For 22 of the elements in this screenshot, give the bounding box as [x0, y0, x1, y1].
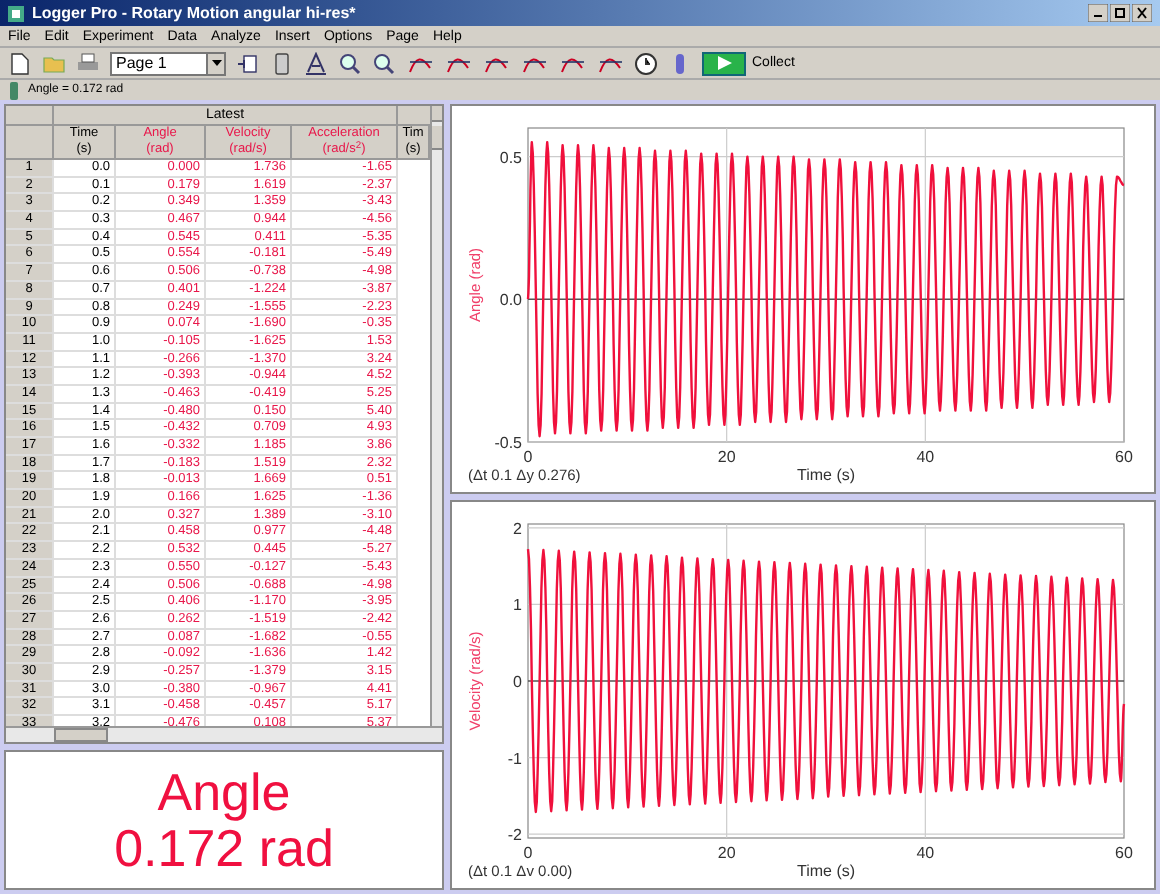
y-tick-label: 0.0	[498, 290, 521, 309]
x-tick-label: 40	[915, 843, 934, 861]
y-tick-label: -0.5	[493, 433, 521, 451]
meter-label: Angle	[157, 764, 291, 821]
page-select[interactable]: Page 1	[110, 51, 226, 75]
y-tick-label: -2	[506, 825, 521, 844]
x-tick-label: 20	[716, 447, 735, 465]
x-tick-label: 0	[522, 843, 532, 861]
y-tick-label: 1	[512, 595, 521, 614]
meter-reading: 0.172 rad	[114, 820, 334, 877]
y-tick-label: 0	[512, 672, 521, 690]
x-tick-label: 60	[1114, 447, 1132, 465]
y-tick-label: 0.5	[498, 147, 521, 166]
y-tick-label: 2	[512, 518, 521, 537]
x-tick-label: 60	[1114, 843, 1132, 861]
x-tick-label: 20	[716, 843, 735, 861]
x-tick-label: 0	[522, 447, 532, 465]
x-tick-label: 40	[915, 447, 934, 465]
window-title: Logger Pro - Rotary Motion angular hi-res*	[32, 1, 356, 25]
y-tick-label: -1	[506, 748, 521, 767]
x-axis-label: Time (s)	[795, 861, 855, 879]
x-axis-label: Time (s)	[795, 465, 855, 483]
